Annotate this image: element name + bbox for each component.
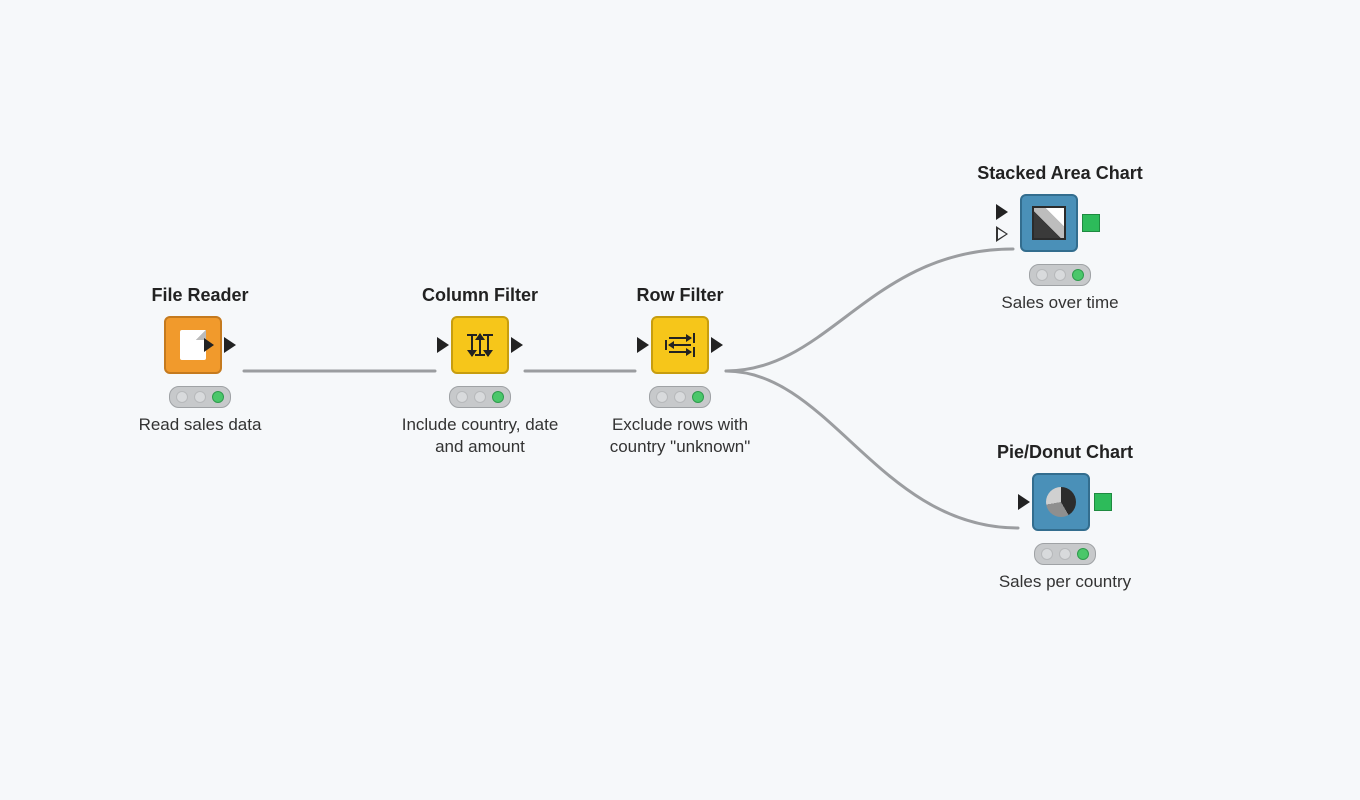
row-filter-icon bbox=[669, 337, 691, 353]
status-traffic-light bbox=[1029, 264, 1091, 286]
image-output-port[interactable] bbox=[1082, 214, 1100, 232]
status-light-red bbox=[1041, 548, 1053, 560]
status-light-green bbox=[492, 391, 504, 403]
node-description: Include country, date and amount bbox=[390, 414, 570, 458]
node-icon-box[interactable] bbox=[164, 316, 222, 374]
output-port[interactable] bbox=[224, 337, 236, 353]
node-icon-box[interactable] bbox=[451, 316, 509, 374]
file-reader-icon bbox=[180, 330, 206, 360]
status-light-yellow bbox=[1054, 269, 1066, 281]
status-traffic-light bbox=[1034, 543, 1096, 565]
status-light-red bbox=[176, 391, 188, 403]
node-icon-box[interactable] bbox=[651, 316, 709, 374]
node-description: Read sales data bbox=[110, 414, 290, 436]
node-title: Column Filter bbox=[390, 285, 570, 306]
node-title: Pie/Donut Chart bbox=[960, 442, 1170, 463]
node-icon-box[interactable] bbox=[1032, 473, 1090, 531]
status-light-red bbox=[656, 391, 668, 403]
status-light-yellow bbox=[194, 391, 206, 403]
node-description: Exclude rows with country "unknown" bbox=[590, 414, 770, 458]
status-light-red bbox=[456, 391, 468, 403]
input-port[interactable] bbox=[1018, 494, 1030, 510]
stacked-area-chart-icon bbox=[1032, 206, 1066, 240]
image-output-port[interactable] bbox=[1094, 493, 1112, 511]
node-title: File Reader bbox=[110, 285, 290, 306]
node-description: Sales per country bbox=[975, 571, 1155, 593]
input-port[interactable] bbox=[437, 337, 449, 353]
status-light-green bbox=[1072, 269, 1084, 281]
output-port[interactable] bbox=[511, 337, 523, 353]
status-light-red bbox=[1036, 269, 1048, 281]
status-traffic-light bbox=[649, 386, 711, 408]
node-pie-donut-chart[interactable]: Pie/Donut Chart Sales per country bbox=[960, 442, 1170, 593]
status-light-green bbox=[692, 391, 704, 403]
pie-donut-chart-icon bbox=[1046, 487, 1076, 517]
node-column-filter[interactable]: Column Filter Include country, date and … bbox=[390, 285, 570, 458]
node-title: Stacked Area Chart bbox=[950, 163, 1170, 184]
output-port[interactable] bbox=[711, 337, 723, 353]
status-light-yellow bbox=[474, 391, 486, 403]
status-light-yellow bbox=[1059, 548, 1071, 560]
node-title: Row Filter bbox=[590, 285, 770, 306]
status-traffic-light bbox=[449, 386, 511, 408]
input-port[interactable] bbox=[637, 337, 649, 353]
status-light-yellow bbox=[674, 391, 686, 403]
node-description: Sales over time bbox=[970, 292, 1150, 314]
node-file-reader[interactable]: File Reader Read sales data bbox=[110, 285, 290, 436]
input-port-optional[interactable] bbox=[996, 226, 1008, 242]
node-icon-box[interactable] bbox=[1020, 194, 1078, 252]
input-port[interactable] bbox=[996, 204, 1008, 220]
status-traffic-light bbox=[169, 386, 231, 408]
node-stacked-area-chart[interactable]: Stacked Area Chart Sales over time bbox=[950, 163, 1170, 314]
column-filter-icon bbox=[471, 334, 489, 356]
node-row-filter[interactable]: Row Filter Exclude rows with country "un… bbox=[590, 285, 770, 458]
status-light-green bbox=[1077, 548, 1089, 560]
status-light-green bbox=[212, 391, 224, 403]
workflow-canvas[interactable]: { "nodes": { "file": { "title": "File Re… bbox=[0, 0, 1360, 800]
